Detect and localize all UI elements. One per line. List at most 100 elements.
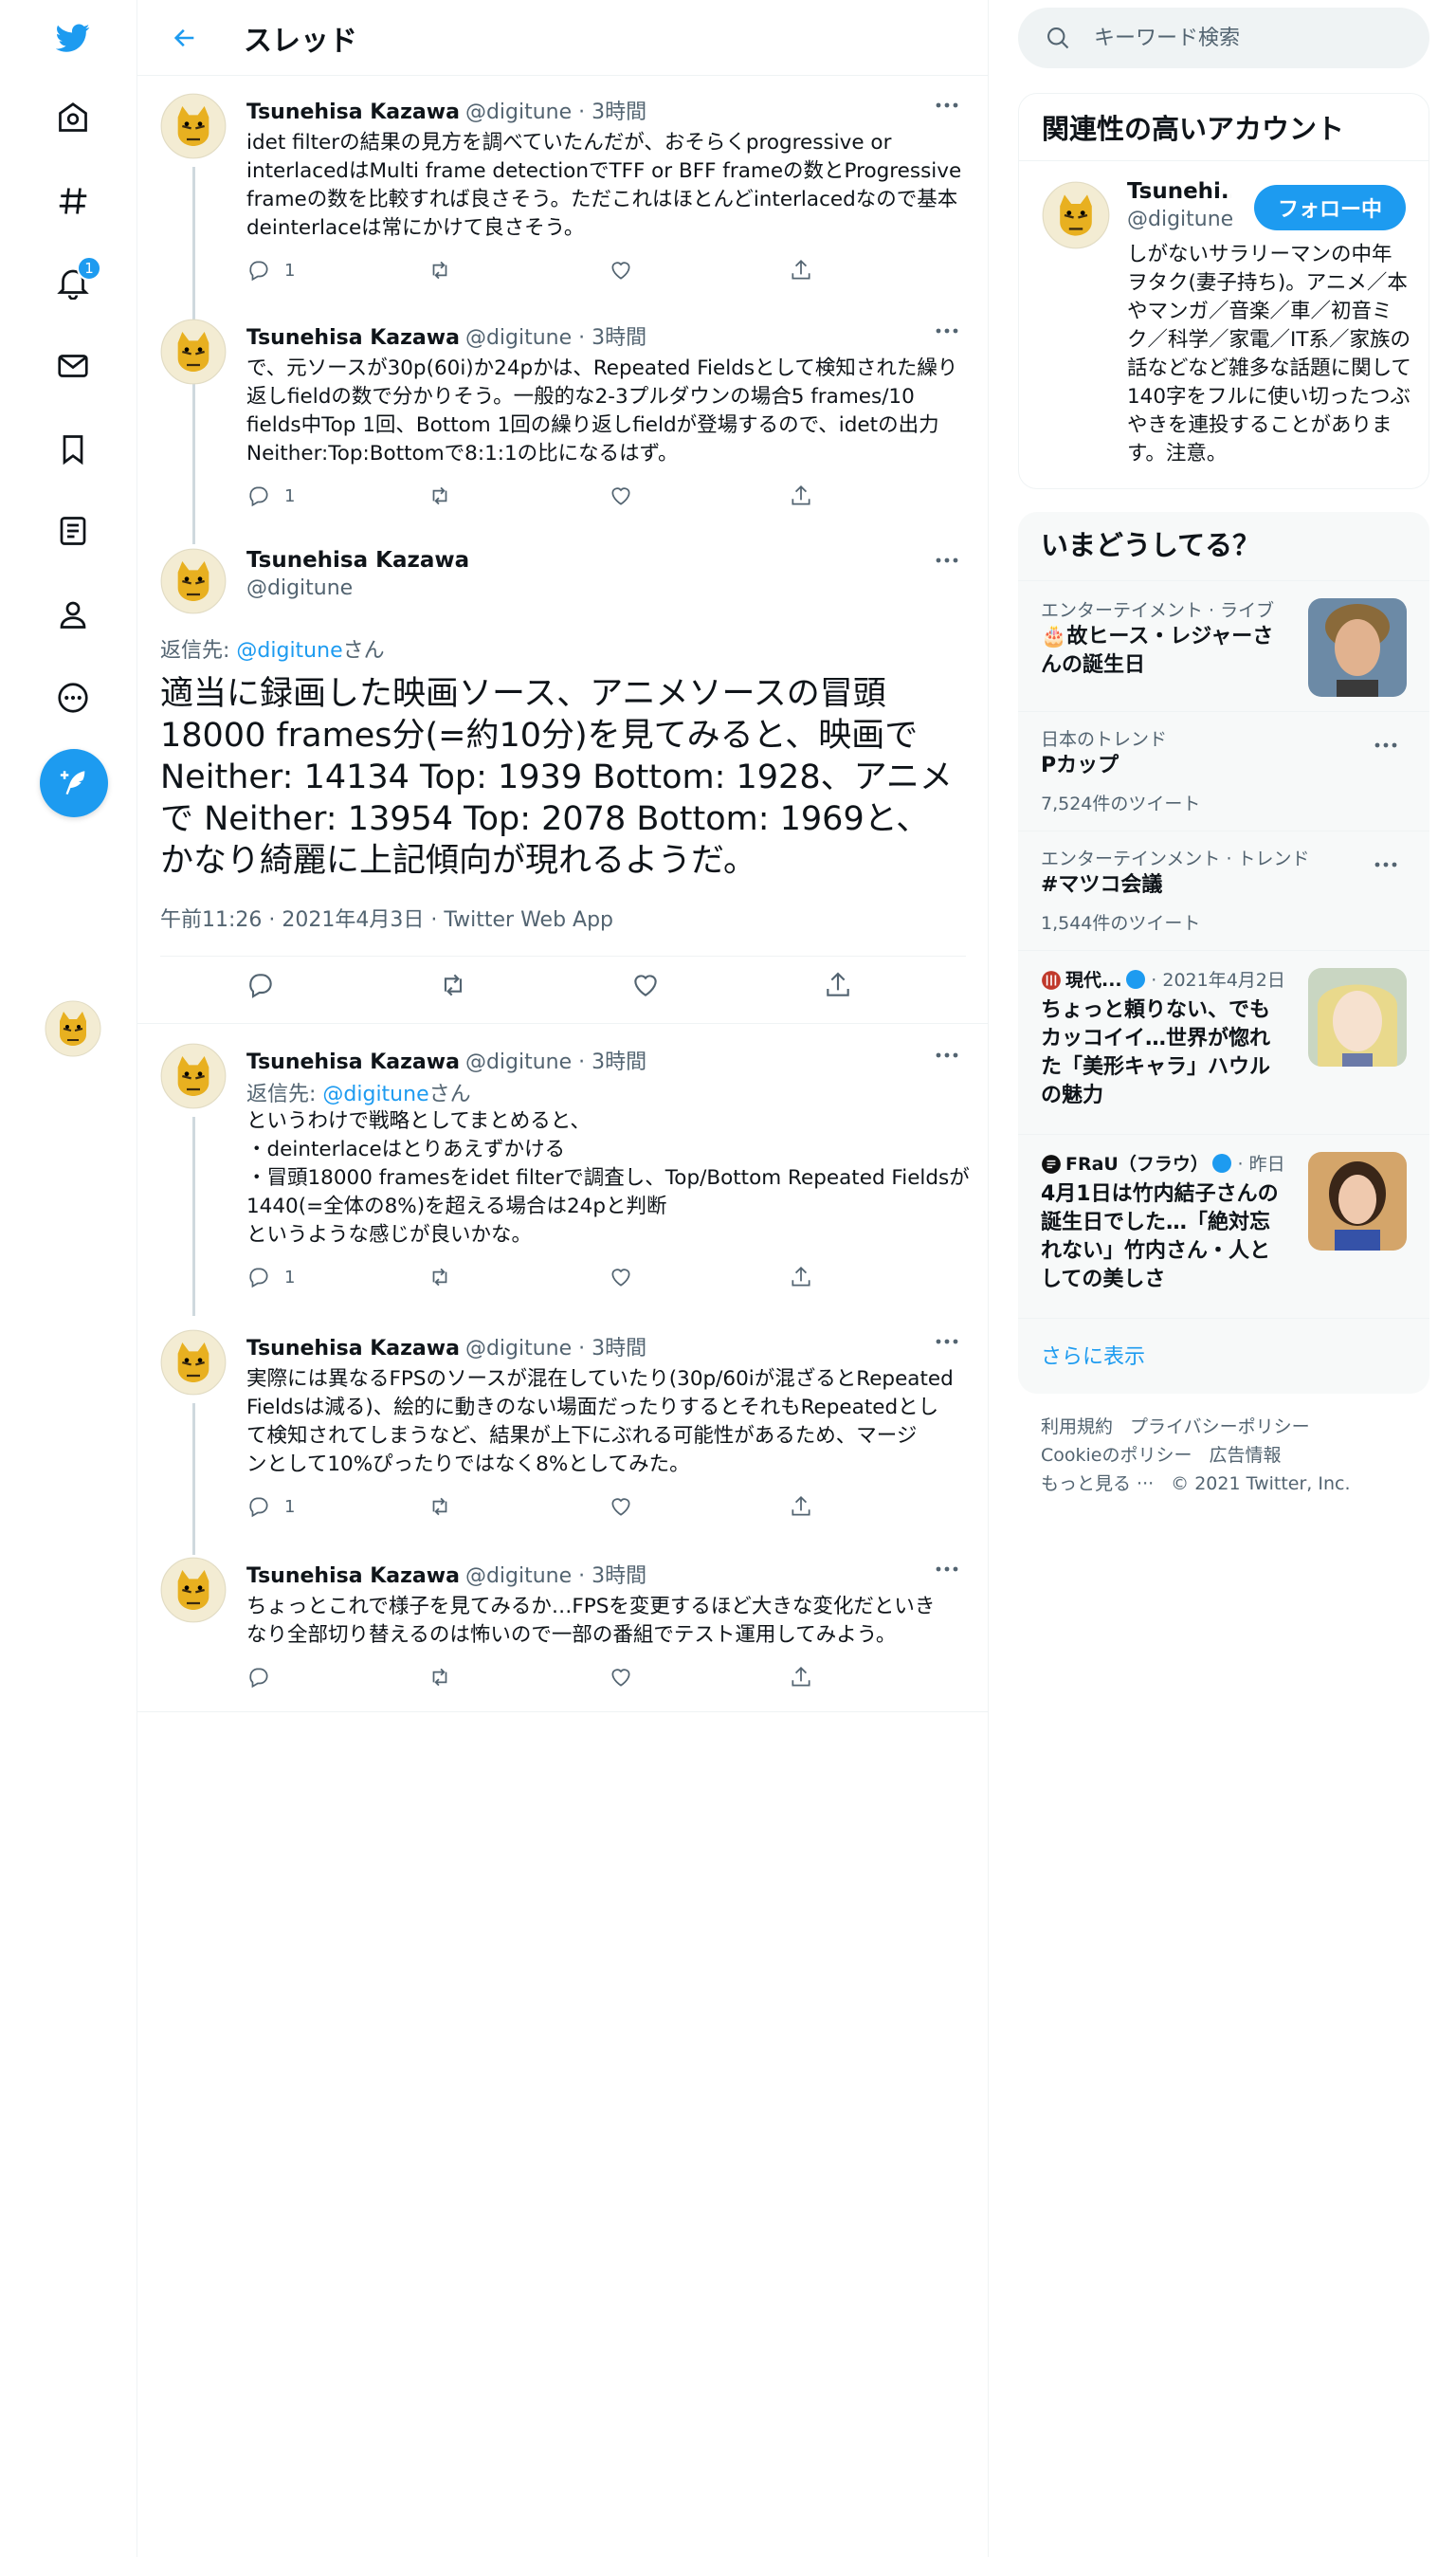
retweet-button[interactable]	[428, 1665, 609, 1689]
retweet-button[interactable]	[428, 1265, 609, 1289]
avatar[interactable]	[160, 1329, 227, 1396]
tweet-timestamp[interactable]: 午前11:26 · 2021年4月3日 · Twitter Web App	[160, 903, 613, 933]
news-item[interactable]: FRaU（フラウ） · 昨日 4月1日は竹内結子さんの誕生日でした…「絶対忘れな…	[1018, 1134, 1429, 1318]
reply-tweet[interactable]: Tsunehisa Kazawa @digitune · 3時間 実際には異なるF…	[137, 1312, 989, 1555]
like-button[interactable]	[609, 1265, 790, 1289]
author-handle[interactable]: @digitune	[246, 576, 353, 600]
author-name[interactable]: Tsunehisa Kazawa	[246, 326, 460, 350]
show-more-row[interactable]: さらに表示	[1018, 1318, 1429, 1394]
ellipsis-icon	[936, 328, 958, 334]
related-accounts-panel: 関連性の高いアカウント Tsunehi... @digitune フォロー中 し…	[1018, 93, 1429, 489]
show-more-link[interactable]: さらに表示	[1041, 1340, 1145, 1370]
news-item[interactable]: 現代... · 2021年4月2日 ちょっと頼りない、でもカッコイイ…世界が惚れ…	[1018, 950, 1429, 1134]
twitter-logo-icon[interactable]	[35, 0, 111, 76]
search-input[interactable]	[1094, 26, 1407, 50]
share-button[interactable]	[789, 1265, 970, 1289]
thread-tweet[interactable]: Tsunehisa Kazawa @digitune · 3時間 で、元ソースが3…	[137, 301, 989, 544]
hashtag-icon	[59, 188, 87, 214]
nav-messages[interactable]	[35, 328, 111, 404]
avatar[interactable]	[160, 548, 227, 614]
following-button[interactable]: フォロー中	[1254, 185, 1406, 230]
author-handle[interactable]: @digitune · 3時間	[465, 1045, 646, 1075]
more-options-button[interactable]	[926, 315, 968, 347]
nav-bookmarks[interactable]	[35, 411, 111, 487]
share-icon	[792, 1667, 810, 1687]
nav-explore[interactable]	[35, 163, 111, 239]
left-navigation: 1	[0, 0, 137, 2557]
more-options-button[interactable]	[926, 1325, 968, 1358]
avatar[interactable]	[160, 1557, 227, 1623]
account-avatar[interactable]	[45, 1000, 101, 1057]
reply-to-link[interactable]: @digitune	[236, 639, 342, 663]
author-name[interactable]: Tsunehisa Kazawa	[246, 1337, 460, 1361]
cat-avatar-icon	[160, 1329, 227, 1396]
avatar[interactable]	[160, 93, 227, 159]
footer-link[interactable]: 利用規約	[1041, 1416, 1113, 1437]
more-options-button[interactable]	[926, 544, 968, 576]
trend-item[interactable]: 日本のトレンド Pカップ 7,524件のツイート	[1018, 711, 1429, 831]
reply-button[interactable]	[246, 970, 438, 1000]
reply-button[interactable]: 1	[246, 484, 428, 508]
nav-profile[interactable]	[35, 576, 111, 652]
author-name[interactable]: Tsunehisa Kazawa	[246, 1050, 460, 1074]
like-button[interactable]	[609, 258, 790, 283]
reply-button[interactable]: 1	[246, 1265, 428, 1289]
trend-item[interactable]: エンターテインメント · トレンド #マツコ会議 1,544件のツイート	[1018, 831, 1429, 950]
share-button[interactable]	[823, 970, 1015, 1000]
footer-link[interactable]: もっと見る ···	[1041, 1473, 1154, 1494]
nav-lists[interactable]	[35, 493, 111, 569]
reply-button[interactable]	[246, 1665, 428, 1689]
more-options-button[interactable]	[1367, 731, 1405, 759]
compose-tweet-button[interactable]	[40, 749, 108, 817]
more-circle-icon	[58, 683, 88, 713]
reply-to-link[interactable]: @digitune	[322, 1083, 428, 1106]
account-handle[interactable]: @digitune	[1127, 208, 1233, 231]
thread-tweet[interactable]: Tsunehisa Kazawa @digitune · 3時間 idet fil…	[137, 76, 989, 394]
author-handle[interactable]: @digitune · 3時間	[465, 1559, 646, 1589]
more-options-button[interactable]	[926, 89, 968, 121]
share-button[interactable]	[789, 258, 970, 283]
more-options-button[interactable]	[926, 1039, 968, 1071]
retweet-button[interactable]	[428, 258, 609, 283]
like-button[interactable]	[630, 970, 823, 1000]
nav-home[interactable]	[35, 80, 111, 155]
more-options-button[interactable]	[926, 1553, 968, 1585]
more-options-button[interactable]	[1367, 850, 1405, 879]
avatar[interactable]	[160, 319, 227, 385]
author-name[interactable]: Tsunehisa Kazawa	[246, 100, 460, 124]
search-bar[interactable]	[1018, 8, 1429, 68]
nav-more[interactable]	[35, 660, 111, 736]
reply-tweet[interactable]: Tsunehisa Kazawa @digitune · 3時間 ちょっとこれで様…	[137, 1540, 989, 1712]
retweet-button[interactable]	[428, 484, 609, 508]
like-button[interactable]	[609, 484, 790, 508]
account-name[interactable]: Tsunehi...	[1127, 179, 1231, 204]
footer-link[interactable]: Cookieのポリシー	[1041, 1445, 1192, 1466]
avatar[interactable]	[160, 1043, 227, 1109]
author-name[interactable]: Tsunehisa Kazawa	[246, 1564, 460, 1588]
ellipsis-icon	[936, 1339, 958, 1344]
avatar[interactable]	[1042, 181, 1110, 249]
footer-link[interactable]: 広告情報	[1210, 1445, 1282, 1466]
author-handle[interactable]: @digitune · 3時間	[465, 95, 646, 125]
like-button[interactable]	[609, 1665, 790, 1689]
reply-button[interactable]: 1	[246, 258, 428, 283]
back-button[interactable]	[156, 9, 213, 66]
retweet-button[interactable]	[438, 970, 630, 1000]
tweet-actions: 1	[246, 256, 970, 284]
retweet-button[interactable]	[428, 1494, 609, 1519]
reply-tweet[interactable]: Tsunehisa Kazawa @digitune · 3時間 返信先: @di…	[137, 1026, 989, 1316]
reply-count: 1	[284, 260, 296, 281]
nav-notifications[interactable]: 1	[35, 245, 111, 320]
footer-link[interactable]: プライバシーポリシー	[1130, 1416, 1310, 1437]
reply-button[interactable]: 1	[246, 1494, 428, 1519]
trend-item[interactable]: エンターテイメント · ライブ 🎂故ヒース・レジャーさんの誕生日	[1018, 580, 1429, 711]
author-name[interactable]: Tsunehisa Kazawa	[246, 548, 469, 573]
share-button[interactable]	[789, 1494, 970, 1519]
like-button[interactable]	[609, 1494, 790, 1519]
author-handle[interactable]: @digitune · 3時間	[465, 320, 646, 351]
share-button[interactable]	[789, 1665, 970, 1689]
share-button[interactable]	[789, 484, 970, 508]
retweet-icon	[432, 261, 447, 280]
author-handle[interactable]: @digitune · 3時間	[465, 1331, 646, 1361]
verified-badge-icon	[1125, 970, 1145, 989]
